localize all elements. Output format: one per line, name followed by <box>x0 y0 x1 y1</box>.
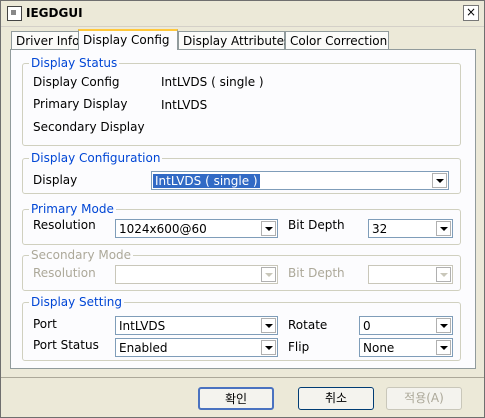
primary-display-label: Primary Display <box>33 97 128 111</box>
window-title: IEGDGUI <box>26 6 83 20</box>
primary-resolution-label: Resolution <box>33 218 96 232</box>
chevron-down-icon <box>436 267 451 282</box>
tab-color-correction[interactable]: Color Correction <box>285 31 389 49</box>
title-bar[interactable]: IEGDGUI × <box>1 1 484 27</box>
secondary-mode-title: Secondary Mode <box>29 248 134 262</box>
chevron-down-icon[interactable] <box>261 318 276 333</box>
port-label: Port <box>33 317 57 331</box>
chevron-down-icon[interactable] <box>436 318 451 333</box>
display-setting-group: Display Setting Port IntLVDS Rotate 0 Po… <box>22 295 461 361</box>
port-select[interactable]: IntLVDS <box>115 316 278 335</box>
chevron-down-icon[interactable] <box>432 173 447 188</box>
footer-divider <box>1 377 484 378</box>
cancel-button[interactable]: 취소 <box>298 387 374 410</box>
display-config-value: IntLVDS ( single ) <box>161 75 264 89</box>
chevron-down-icon[interactable] <box>261 340 276 355</box>
apply-button: 적용(A) <box>386 387 462 410</box>
app-icon <box>7 6 22 21</box>
close-button[interactable]: × <box>463 5 479 21</box>
chevron-down-icon[interactable] <box>436 221 451 236</box>
main-window: IEGDGUI × Driver Info Display Config Dis… <box>0 0 485 418</box>
display-setting-title: Display Setting <box>29 295 125 309</box>
primary-bit-depth-select[interactable]: 32 <box>368 219 453 238</box>
chevron-down-icon[interactable] <box>261 221 276 236</box>
display-label: Display <box>33 173 78 187</box>
primary-mode-group: Primary Mode Resolution 1024x600@60 Bit … <box>22 202 461 245</box>
rotate-value: 0 <box>363 319 371 333</box>
display-config-label: Display Config <box>33 75 120 89</box>
primary-bit-depth-label: Bit Depth <box>288 218 345 232</box>
port-status-select[interactable]: Enabled <box>115 338 278 357</box>
display-configuration-group: Display Configuration Display IntLVDS ( … <box>22 151 461 194</box>
tab-display-attributes[interactable]: Display Attributes <box>178 31 290 49</box>
secondary-resolution-label: Resolution <box>33 266 96 280</box>
tab-panel: Display Status Display Config IntLVDS ( … <box>10 49 476 369</box>
port-status-value: Enabled <box>119 341 168 355</box>
primary-bit-depth-value: 32 <box>372 222 388 236</box>
secondary-mode-group: Secondary Mode Resolution Bit Depth <box>22 248 461 291</box>
display-status-title: Display Status <box>29 56 120 70</box>
flip-label: Flip <box>288 340 310 354</box>
port-value: IntLVDS <box>119 319 166 333</box>
rotate-label: Rotate <box>288 318 328 332</box>
chevron-down-icon <box>261 267 276 282</box>
display-select-value: IntLVDS ( single ) <box>153 174 260 188</box>
secondary-display-label: Secondary Display <box>33 120 145 134</box>
primary-display-value: IntLVDS <box>161 98 208 112</box>
secondary-bit-depth-label: Bit Depth <box>288 266 345 280</box>
ok-button[interactable]: 확인 <box>198 387 274 410</box>
display-configuration-title: Display Configuration <box>29 151 163 165</box>
primary-mode-title: Primary Mode <box>29 202 116 216</box>
flip-select[interactable]: None <box>359 338 453 357</box>
secondary-resolution-select <box>115 265 278 284</box>
primary-resolution-select[interactable]: 1024x600@60 <box>115 219 278 238</box>
display-select[interactable]: IntLVDS ( single ) <box>151 171 449 190</box>
flip-value: None <box>363 341 395 355</box>
primary-resolution-value: 1024x600@60 <box>119 222 207 236</box>
tab-driver-info[interactable]: Driver Info <box>11 31 79 49</box>
tab-display-config[interactable]: Display Config <box>78 29 178 50</box>
secondary-bit-depth-select <box>368 265 453 284</box>
chevron-down-icon[interactable] <box>436 340 451 355</box>
port-status-label: Port Status <box>33 338 99 352</box>
rotate-select[interactable]: 0 <box>359 316 453 335</box>
display-status-group: Display Status Display Config IntLVDS ( … <box>22 56 461 146</box>
